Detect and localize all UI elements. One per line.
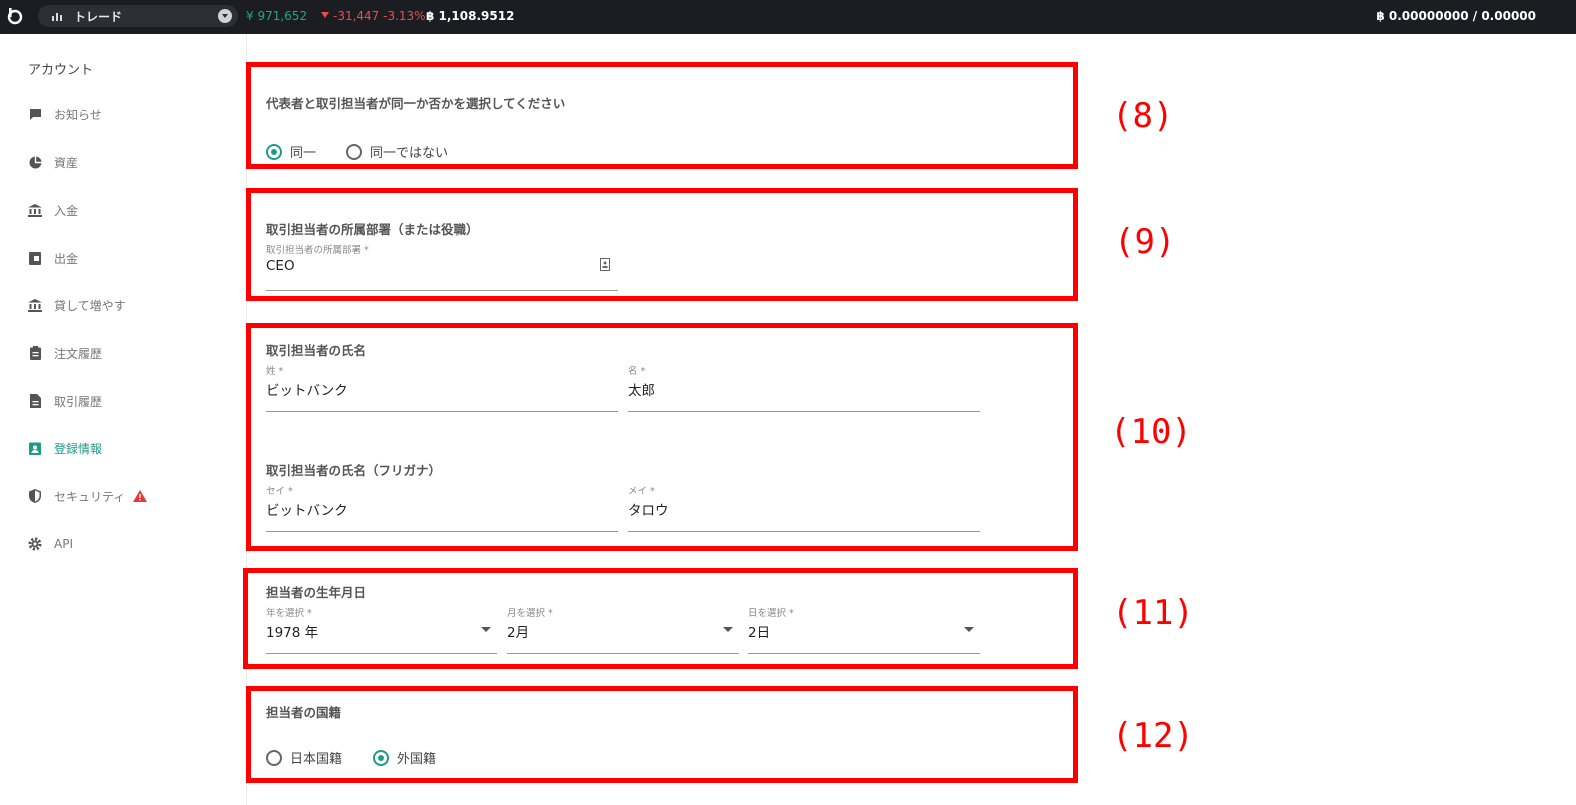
radio-foreign[interactable]: 外国籍: [373, 748, 436, 767]
sidebar-item-label: 登録情報: [54, 441, 103, 456]
radio-not-same[interactable]: 同一ではない: [346, 142, 448, 161]
message-icon: [28, 107, 42, 121]
section-title-name: 取引担当者の氏名: [266, 343, 367, 358]
radio-label: 日本国籍: [290, 752, 343, 767]
radio-japanese[interactable]: 日本国籍: [266, 748, 342, 767]
radio-same[interactable]: 同一: [266, 142, 316, 161]
sidebar-item-label: 貸して増やす: [54, 298, 126, 313]
field-label: メイ *: [628, 486, 655, 497]
id-card-icon: [600, 258, 610, 271]
field-value: 2月: [507, 625, 530, 641]
sidebar-item-withdraw[interactable]: 出金: [28, 248, 78, 268]
sidebar-item-label: 資産: [54, 155, 79, 170]
field-label: 年を選択 *: [266, 608, 312, 619]
shield-icon: [28, 489, 42, 503]
sidebar-item-assets[interactable]: 資産: [28, 152, 78, 172]
price-change: -31,447 -3.13%: [321, 9, 426, 23]
contact-icon: [28, 441, 42, 455]
section-title-same-person: 代表者と取引担当者が同一か否かを選択してください: [266, 96, 566, 111]
sidebar-item-label: 取引履歴: [54, 394, 103, 409]
sidebar-item-trade-history[interactable]: 取引履歴: [28, 391, 102, 411]
annotation-number-10: (10): [1110, 412, 1192, 452]
clipboard-icon: [28, 346, 42, 360]
birth-day-select[interactable]: 日を選択 * 2日: [748, 607, 980, 654]
section-title-birthdate: 担当者の生年月日: [266, 585, 367, 600]
birth-month-select[interactable]: 月を選択 * 2月: [507, 607, 739, 654]
annotation-box-12: [246, 686, 1078, 783]
annotation-number-8: (8): [1112, 96, 1174, 136]
sidebar-item-label: API: [54, 537, 73, 551]
sidebar-item-news[interactable]: お知らせ: [28, 104, 102, 124]
sidebar-item-label: お知らせ: [54, 107, 102, 122]
sidebar-item-registration[interactable]: 登録情報: [28, 438, 102, 458]
price-change-value: -31,447 -3.13%: [333, 9, 426, 23]
radio-label: 同一ではない: [370, 146, 449, 161]
balance: ฿ 0.00000000 / 0.00000: [1376, 9, 1536, 23]
dropdown-arrow-icon: [723, 627, 733, 632]
warning-icon: [133, 490, 148, 502]
document-icon: [28, 394, 42, 408]
sidebar-item-api[interactable]: API: [28, 534, 73, 554]
bank-icon: [28, 298, 42, 312]
annotation-number-11: (11): [1112, 593, 1194, 633]
field-label: 月を選択 *: [507, 608, 553, 619]
sidebar-item-lending[interactable]: 貸して増やす: [28, 295, 126, 315]
sidebar-item-label: 注文履歴: [54, 346, 103, 361]
section-title-name-kana: 取引担当者の氏名（フリガナ）: [266, 463, 442, 478]
radio-unchecked-icon: [346, 143, 362, 160]
bank-icon: [28, 203, 42, 217]
sidebar-item-security[interactable]: セキュリティ: [28, 486, 148, 506]
annotation-number-9: (9): [1114, 222, 1176, 262]
price-btc: ฿ 1,108.9512: [426, 9, 515, 23]
field-value: 2日: [748, 625, 771, 641]
first-name-field[interactable]: 名 * 太郎: [628, 365, 980, 412]
radio-label: 同一: [290, 146, 317, 161]
last-name-field[interactable]: 姓 * ビットバンク: [266, 365, 618, 412]
field-label: 名 *: [628, 366, 646, 377]
wallet-icon: [28, 251, 42, 265]
radio-unchecked-icon: [266, 749, 282, 766]
first-name-kana-field[interactable]: メイ * タロウ: [628, 485, 980, 532]
field-value: 1978 年: [266, 625, 319, 641]
sidebar-item-deposit[interactable]: 入金: [28, 200, 78, 220]
sidebar-item-order-history[interactable]: 注文履歴: [28, 343, 102, 363]
pair-label: トレード: [74, 9, 123, 24]
field-label: 姓 *: [266, 366, 284, 377]
section-title-department: 取引担当者の所属部署（または役職）: [266, 222, 479, 237]
pie-chart-icon: [28, 155, 42, 169]
dropdown-arrow-icon: [964, 627, 974, 632]
bitbank-logo-icon[interactable]: [6, 7, 24, 25]
field-value: ビットバンク: [266, 383, 348, 399]
sidebar-item-label: 出金: [54, 251, 79, 266]
field-value: ビットバンク: [266, 503, 348, 519]
radio-label: 外国籍: [397, 752, 437, 767]
chevron-down-icon[interactable]: [218, 9, 232, 23]
field-label: セイ *: [266, 486, 293, 497]
sidebar-item-label: セキュリティ: [54, 489, 126, 504]
dropdown-arrow-icon: [481, 627, 491, 632]
price-jpy: ¥ 971,652: [246, 9, 308, 23]
bar-chart-icon: [52, 13, 62, 21]
sidebar-heading: アカウント: [28, 63, 94, 78]
field-label: 日を選択 *: [748, 608, 794, 619]
down-triangle-icon: [321, 12, 329, 18]
section-title-nationality: 担当者の国籍: [266, 705, 342, 720]
last-name-kana-field[interactable]: セイ * ビットバンク: [266, 485, 618, 532]
field-value: 太郎: [628, 383, 655, 399]
field-value: タロウ: [628, 503, 669, 519]
field-value: CEO: [266, 258, 295, 274]
birth-year-select[interactable]: 年を選択 * 1978 年: [266, 607, 497, 654]
sidebar-item-label: 入金: [54, 203, 79, 218]
radio-checked-icon: [266, 143, 282, 160]
sidebar: アカウント お知らせ 資産 入金 出金 貸して増やす 注文履歴 取引履歴 登録情…: [0, 34, 247, 805]
top-bar: トレード ¥ 971,652 -31,447 -3.13% ฿ 1,108.95…: [0, 0, 1576, 34]
pair-selector[interactable]: トレード: [38, 5, 238, 27]
department-field[interactable]: 取引担当者の所属部署 * CEO: [266, 244, 618, 291]
radio-checked-icon: [373, 749, 389, 766]
annotation-number-12: (12): [1112, 716, 1194, 756]
gear-icon: [28, 537, 42, 551]
field-label: 取引担当者の所属部署 *: [266, 245, 369, 256]
